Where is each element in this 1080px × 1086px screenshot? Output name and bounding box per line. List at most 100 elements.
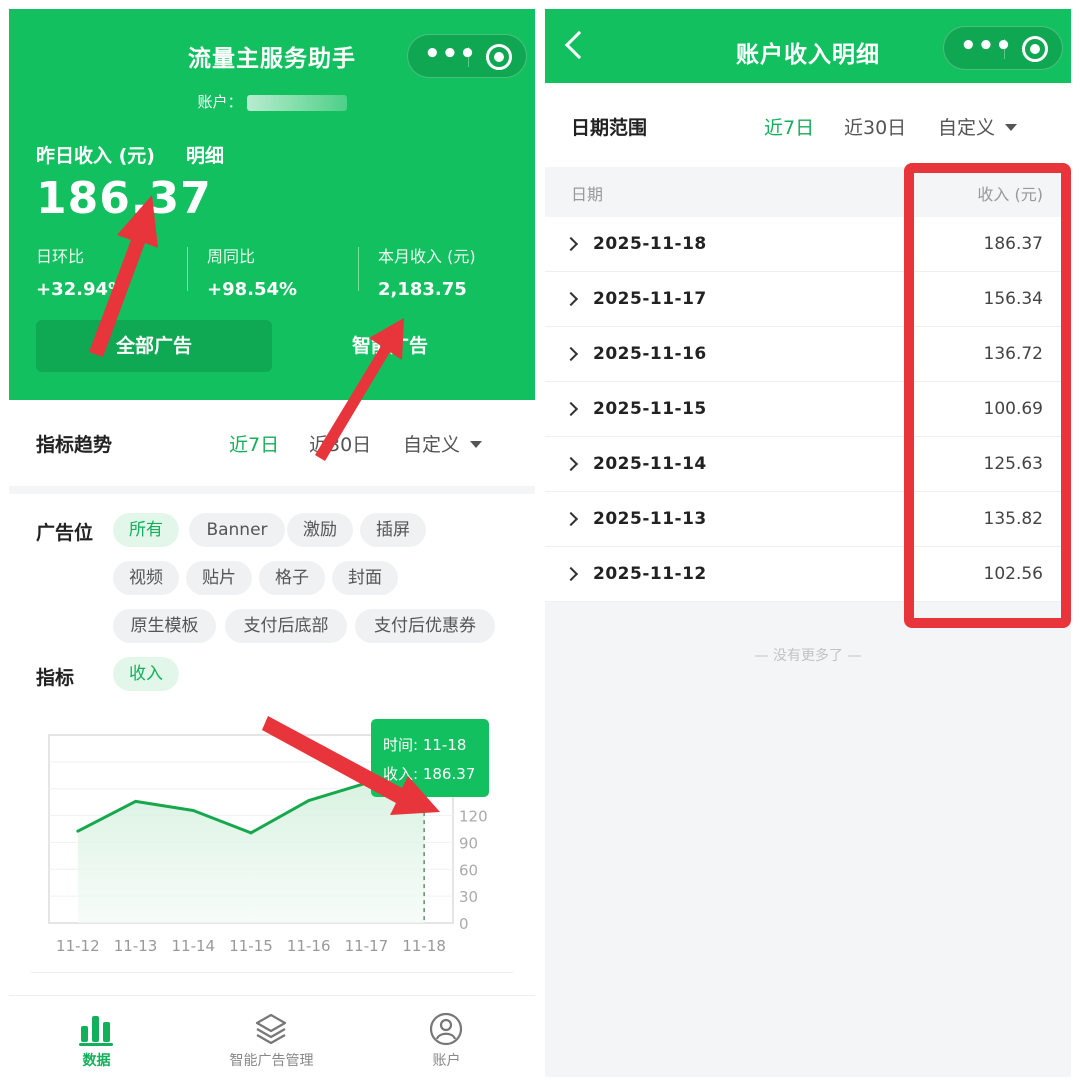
stat-value: 2,183.75 [378,279,467,300]
caret-down-icon [1005,123,1018,131]
row-date: 2025-11-14 [593,454,707,474]
income-trend-chart[interactable]: 030609012015018021011-1211-1311-1411-151… [9,709,535,959]
ad-slot-chip[interactable]: 支付后优惠券 [355,609,495,643]
x-tick-label: 11-13 [114,937,158,955]
y-tick-label: 0 [459,915,469,933]
left-screen: 流量主服务助手 ••• 账户： 昨日收入 (元) 明细 186.37 日环比 +… [9,9,535,1077]
data-point[interactable] [191,809,195,813]
chevron-right-icon[interactable] [563,456,579,472]
account-label: 账户： [197,93,243,111]
metric-chip[interactable]: 收入 [113,657,179,691]
right-screen: 账户收入明细 ••• 日期范围 近7日 近30日 自定义 日期 收入 (元) 2… [545,9,1071,1077]
detail-link[interactable]: 明细 [186,141,224,168]
ad-slot-chip[interactable]: 视频 [113,561,179,595]
tooltip-bg [371,719,489,797]
ad-slot-chip[interactable]: 激励 [287,513,353,547]
range-custom[interactable]: 自定义 [403,430,483,457]
ad-slot-chip[interactable]: 贴片 [186,561,252,595]
row-date: 2025-11-12 [593,564,707,584]
range-30d[interactable]: 近30日 [309,430,371,457]
chevron-right-icon[interactable] [563,291,579,307]
y-tick-label: 30 [459,888,478,906]
ad-slot-chip[interactable]: Banner [189,513,285,547]
ad-slot-chip[interactable]: 支付后底部 [225,609,347,643]
data-point[interactable] [364,781,368,785]
ad-slot-chip[interactable]: 插屏 [360,513,426,547]
ad-slot-chip[interactable]: 所有 [113,513,179,547]
miniprogram-capsule[interactable]: ••• [407,34,527,78]
range-custom-label: 自定义 [403,434,461,456]
row-date: 2025-11-16 [593,344,707,364]
data-point[interactable] [76,829,80,833]
more-icon[interactable]: ••• [424,41,476,68]
stat-month-income: 本月收入 (元) 2,183.75 [378,243,476,300]
tab-data[interactable]: 数据 [9,996,184,1077]
capsule-divider [1004,39,1005,59]
chevron-right-icon[interactable] [563,511,579,527]
tooltip-time: 时间: 11-18 [383,736,466,754]
no-more-text: — 没有更多了 — [754,648,862,664]
y-tick-label: 60 [459,861,478,879]
tab-label: 智能广告管理 [229,1053,314,1069]
stat-week-over-week: 周同比 +98.54% [207,243,297,300]
row-date: 2025-11-18 [593,234,707,254]
chevron-right-icon[interactable] [563,401,579,417]
col-date: 日期 [571,185,604,204]
date-range-bar: 日期范围 近7日 近30日 自定义 [545,83,1071,167]
annotation-highlight-box [904,163,1071,628]
metric-label: 指标 [36,667,75,689]
data-point[interactable] [249,831,253,835]
x-tick-label: 11-16 [287,937,331,955]
more-icon[interactable]: ••• [960,33,1012,60]
bar-chart-icon [79,1016,113,1046]
ad-slot-chip[interactable]: 原生模板 [113,609,216,643]
tab-smart-ads[interactable]: 智能广告管理 [184,996,359,1077]
bottom-tab-bar: 数据 智能广告管理 账户 [9,995,535,1077]
close-target-icon[interactable] [486,44,512,70]
layers-icon [255,1013,287,1045]
range-30d[interactable]: 近30日 [844,113,906,140]
chevron-right-icon[interactable] [563,566,579,582]
x-tick-label: 11-12 [56,937,100,955]
range-custom[interactable]: 自定义 [938,113,1018,140]
income-hero: 流量主服务助手 ••• 账户： 昨日收入 (元) 明细 186.37 日环比 +… [9,9,535,400]
account-redacted [246,94,347,111]
tab-account[interactable]: 账户 [359,996,534,1077]
stat-divider [187,247,188,291]
stat-label: 本月收入 (元) [378,247,476,266]
row-date: 2025-11-15 [593,399,707,419]
caret-down-icon [470,440,483,448]
trend-header: 指标趋势 近7日 近30日 自定义 [9,400,535,486]
user-icon [429,1012,463,1046]
tooltip-value: 收入: 186.37 [383,765,475,783]
row-date: 2025-11-13 [593,509,707,529]
x-tick-label: 11-15 [229,937,273,955]
chart-divider [31,972,513,973]
all-ads-button[interactable]: 全部广告 [36,320,272,372]
stat-label: 日环比 [36,247,85,266]
x-tick-label: 11-14 [171,937,215,955]
ad-slot-chip[interactable]: 封面 [332,561,398,595]
trend-title: 指标趋势 [36,434,113,456]
stat-label: 周同比 [207,247,256,266]
account-line: 账户： [9,91,535,112]
range-7d[interactable]: 近7日 [229,430,279,457]
range-7d[interactable]: 近7日 [764,113,814,140]
chart-tooltip: 时间: 11-18 收入: 186.37 [371,719,489,797]
y-tick-label: 90 [459,834,478,852]
close-target-icon[interactable] [1022,36,1048,62]
smart-ads-button[interactable]: 智能广告 [272,320,508,372]
x-tick-label: 11-17 [345,937,389,955]
miniprogram-capsule[interactable]: ••• [943,26,1063,70]
stat-day-over-day: 日环比 +32.94% [36,243,126,300]
data-point[interactable] [134,799,138,803]
capsule-divider [468,47,469,67]
row-date: 2025-11-17 [593,289,707,309]
ad-slot-chip[interactable]: 格子 [259,561,325,595]
tab-label: 账户 [432,1053,461,1069]
data-point[interactable] [307,799,311,803]
chevron-right-icon[interactable] [563,346,579,362]
chevron-right-icon[interactable] [563,236,579,252]
stat-divider [358,247,359,291]
range-custom-label: 自定义 [938,117,996,139]
